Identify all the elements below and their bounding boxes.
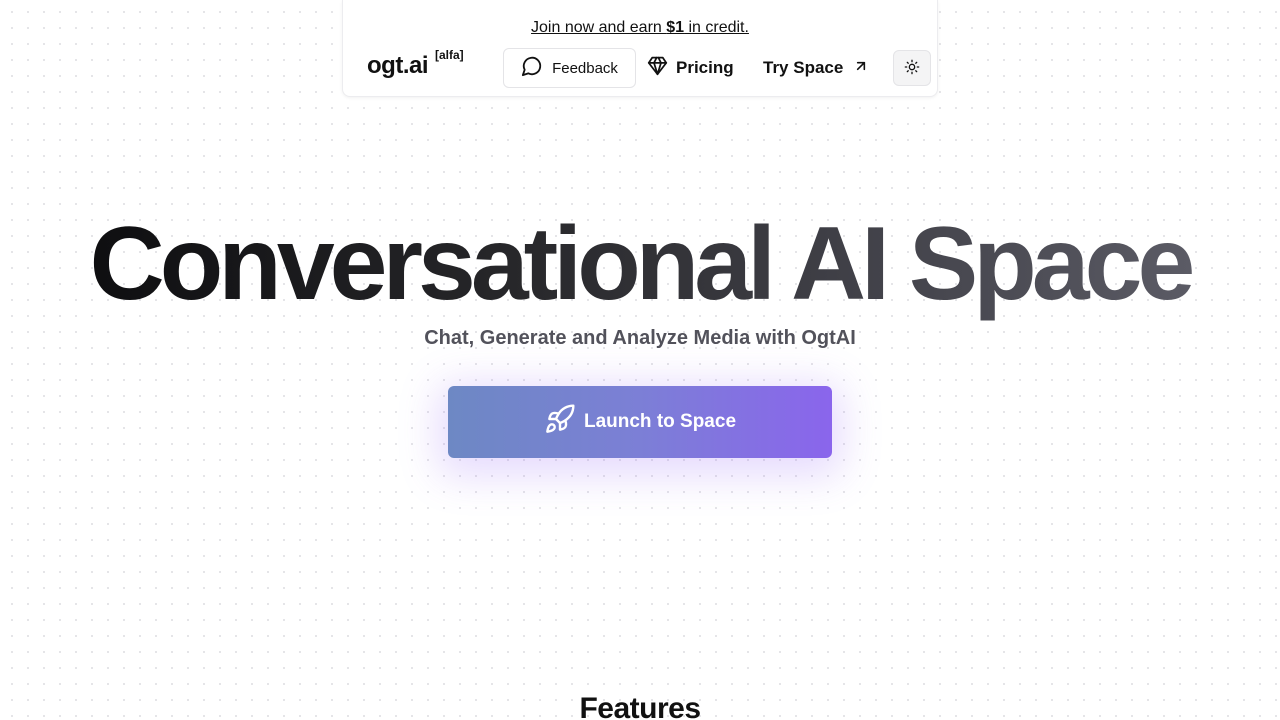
diamond-icon (647, 55, 668, 81)
feedback-label: Feedback (552, 59, 618, 77)
feedback-button[interactable]: Feedback (503, 48, 636, 88)
rocket-icon (544, 403, 576, 441)
theme-toggle-button[interactable] (893, 50, 931, 86)
promo-link[interactable]: Join now and earn $1 in credit. (531, 19, 749, 36)
nav-pricing[interactable]: Pricing (647, 48, 734, 88)
logo-badge: [alfa] (435, 48, 464, 62)
arrow-up-right-icon (853, 58, 869, 79)
pricing-label: Pricing (676, 58, 734, 77)
hero-title: Conversational AI Space (0, 206, 1280, 322)
logo[interactable]: ogt.ai (367, 52, 429, 80)
sun-icon (904, 59, 920, 78)
hero-subtitle: Chat, Generate and Analyze Media with Og… (424, 327, 856, 349)
chat-bubble-icon (521, 55, 543, 81)
launch-label: Launch to Space (583, 411, 737, 432)
try-space-label: Try Space (763, 58, 844, 77)
promo-amount: $1 (666, 19, 685, 36)
features-heading: Features (579, 692, 701, 720)
promo-banner: Join now and earn $1 in credit. (343, 17, 937, 39)
nav-try-space[interactable]: Try Space (763, 48, 869, 88)
promo-prefix: Join now and earn (531, 19, 667, 36)
landing-page: Join now and earn $1 in credit. ogt.ai [… (0, 0, 1280, 720)
top-header: Join now and earn $1 in credit. ogt.ai [… (342, 0, 938, 97)
launch-to-space-button[interactable]: Launch to Space (448, 386, 832, 458)
promo-suffix: in credit. (684, 19, 749, 36)
